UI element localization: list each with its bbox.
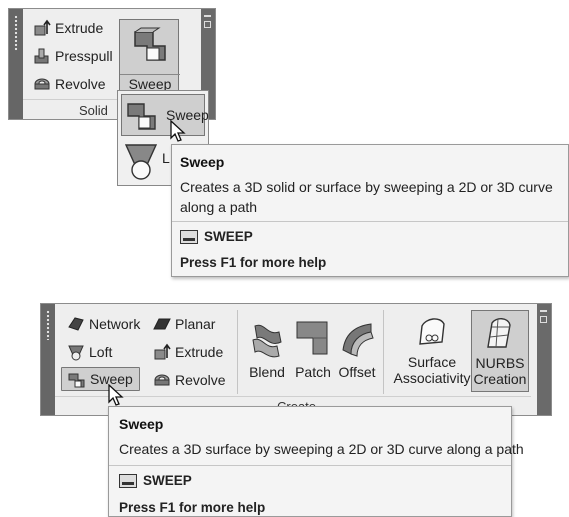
revolve-label: Revolve xyxy=(175,372,226,388)
blend-button[interactable]: Blend xyxy=(245,318,289,380)
loft-icon xyxy=(67,343,85,361)
command-line-icon xyxy=(180,229,198,244)
tooltip-title: Sweep xyxy=(180,154,225,170)
patch-icon xyxy=(291,318,335,362)
dropdown-item-sweep[interactable]: Sweep xyxy=(121,94,209,136)
group-divider xyxy=(383,310,384,394)
tooltip-help: Press F1 for more help xyxy=(180,255,327,270)
revolve-icon xyxy=(33,75,51,93)
revolve-label: Revolve xyxy=(55,76,106,92)
tooltip-description: Creates a 3D surface by sweeping a 2D or… xyxy=(119,441,524,457)
sweep-tooltip-top: Sweep Creates a 3D solid or surface by s… xyxy=(171,144,569,277)
nurbs-creation-label-2: Creation xyxy=(473,371,527,387)
extrude-item[interactable]: Extrude xyxy=(153,343,223,361)
tooltip-command: SWEEP xyxy=(180,229,253,244)
tooltip-command: SWEEP xyxy=(119,473,192,488)
loft-item[interactable]: Loft xyxy=(67,343,112,361)
surface-associativity-label-1: Surface xyxy=(407,354,457,370)
planar-label: Planar xyxy=(175,316,216,332)
extrude-icon xyxy=(33,19,51,37)
sweep-tooltip-bottom: Sweep Creates a 3D surface by sweeping a… xyxy=(108,406,524,517)
extrude-label: Extrude xyxy=(55,20,104,36)
mouse-cursor xyxy=(108,383,124,413)
offset-icon xyxy=(335,318,379,362)
sweep-split-button[interactable]: Sweep xyxy=(119,19,180,95)
network-icon xyxy=(67,315,85,333)
extrude-label: Extrude xyxy=(175,344,224,360)
tooltip-command-name: SWEEP xyxy=(143,473,192,488)
revolve-icon xyxy=(153,371,171,389)
minimize-icon[interactable] xyxy=(204,15,211,17)
loft-icon xyxy=(124,143,158,181)
tooltip-title: Sweep xyxy=(119,416,164,432)
tooltip-help: Press F1 for more help xyxy=(119,500,266,515)
surface-associativity-icon xyxy=(387,314,477,354)
patch-label: Patch xyxy=(295,364,331,380)
revolve-item[interactable]: Revolve xyxy=(153,371,226,389)
nurbs-creation-button[interactable]: NURBS Creation xyxy=(471,310,529,392)
nurbs-creation-icon xyxy=(472,313,528,355)
panel-side-controls[interactable] xyxy=(537,304,551,415)
offset-label: Offset xyxy=(338,364,376,380)
sweep-icon xyxy=(68,370,86,388)
panel-grip[interactable] xyxy=(41,304,55,415)
sweep-icon xyxy=(125,98,159,132)
sweep-large-icon xyxy=(131,26,169,64)
extrude-icon xyxy=(153,343,171,361)
group-divider xyxy=(237,310,238,394)
tooltip-command-name: SWEEP xyxy=(204,229,253,244)
surface-associativity-label-2: Associativity xyxy=(393,370,471,386)
sweep-item[interactable]: Sweep xyxy=(61,367,140,391)
minimize-icon[interactable] xyxy=(540,310,547,312)
mouse-cursor xyxy=(170,119,186,149)
blend-label: Blend xyxy=(249,364,285,380)
presspull-label: Presspull xyxy=(55,48,113,64)
revolve-item[interactable]: Revolve xyxy=(33,75,106,93)
presspull-icon xyxy=(33,47,51,65)
network-label: Network xyxy=(89,316,141,332)
loft-label: Loft xyxy=(89,344,113,360)
extrude-item[interactable]: Extrude xyxy=(33,19,103,37)
pin-icon[interactable] xyxy=(204,21,211,28)
nurbs-creation-label-1: NURBS xyxy=(475,355,525,371)
surface-associativity-button[interactable]: Surface Associativity xyxy=(387,314,477,386)
offset-button[interactable]: Offset xyxy=(335,318,379,380)
presspull-item[interactable]: Presspull xyxy=(33,47,113,65)
command-line-icon xyxy=(119,473,137,488)
pin-icon[interactable] xyxy=(540,316,547,323)
blend-icon xyxy=(245,318,289,362)
planar-icon xyxy=(153,315,171,333)
panel-grip[interactable] xyxy=(9,9,23,119)
patch-button[interactable]: Patch xyxy=(291,318,335,380)
network-item[interactable]: Network xyxy=(67,315,140,333)
tooltip-description: Creates a 3D solid or surface by sweepin… xyxy=(180,179,553,215)
dropdown-loft-label: L xyxy=(162,150,170,166)
planar-item[interactable]: Planar xyxy=(153,315,215,333)
